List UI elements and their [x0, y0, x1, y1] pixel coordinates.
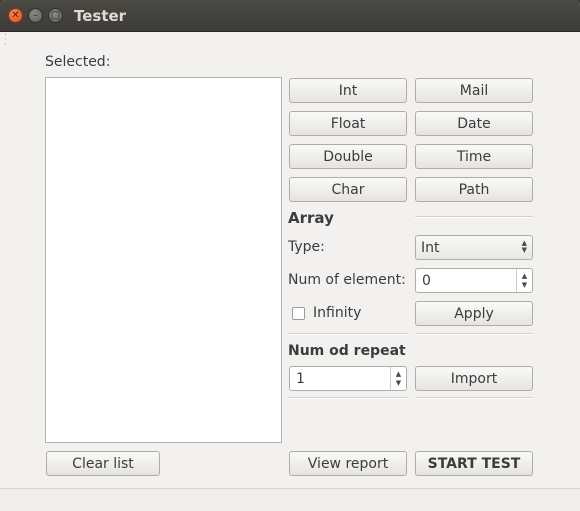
- type-combobox[interactable]: Int ▲ ▼: [415, 235, 533, 260]
- clear-list-button[interactable]: Clear list: [46, 451, 160, 476]
- title-bar: ✕ – □ Tester: [0, 0, 580, 32]
- status-bar: [0, 488, 580, 511]
- separator-right: [415, 333, 533, 335]
- minimize-icon: –: [33, 9, 38, 21]
- float-button[interactable]: Float: [289, 111, 407, 136]
- grip-icon: · · ·: [4, 30, 7, 49]
- num-element-value: 0: [422, 272, 431, 289]
- repeat-value: 1: [296, 370, 305, 387]
- spin-down-icon[interactable]: ▼: [396, 379, 401, 388]
- maximize-window-button[interactable]: □: [48, 8, 63, 23]
- separator-right-2: [415, 397, 533, 399]
- infinity-checkbox[interactable]: [292, 307, 305, 320]
- double-button[interactable]: Double: [289, 144, 407, 169]
- selected-list[interactable]: [45, 77, 282, 443]
- repeat-spinbox[interactable]: 1 ▲ ▼: [289, 366, 407, 391]
- path-button[interactable]: Path: [415, 177, 533, 202]
- import-button[interactable]: Import: [415, 366, 533, 391]
- view-report-button[interactable]: View report: [289, 451, 407, 476]
- num-element-spinbox[interactable]: 0 ▲ ▼: [415, 268, 533, 293]
- close-window-button[interactable]: ✕: [8, 8, 23, 23]
- selected-label: Selected:: [45, 54, 111, 70]
- date-button[interactable]: Date: [415, 111, 533, 136]
- spin-down-icon[interactable]: ▼: [522, 281, 527, 290]
- time-button[interactable]: Time: [415, 144, 533, 169]
- window-title: Tester: [74, 7, 127, 25]
- maximize-icon: □: [50, 9, 61, 21]
- minimize-window-button[interactable]: –: [28, 8, 43, 23]
- char-button[interactable]: Char: [289, 177, 407, 202]
- spin-up-icon[interactable]: ▲: [396, 370, 401, 379]
- int-button[interactable]: Int: [289, 78, 407, 103]
- type-combobox-value: Int: [421, 239, 440, 256]
- array-heading: Array: [288, 209, 334, 227]
- separator-left: [288, 333, 407, 335]
- num-element-label: Num of element:: [288, 272, 406, 288]
- array-separator: [415, 216, 533, 218]
- repeat-heading: Num od repeat: [288, 343, 406, 359]
- close-icon: ✕: [11, 9, 20, 21]
- apply-button[interactable]: Apply: [415, 301, 533, 326]
- tester-window: ✕ – □ Tester · · · Selected: Int Mail Floa…: [0, 0, 580, 511]
- updown-icon: ▲ ▼: [521, 239, 527, 254]
- separator-left-2: [288, 397, 407, 399]
- mail-button[interactable]: Mail: [415, 78, 533, 103]
- type-label: Type:: [288, 239, 325, 255]
- spin-up-icon[interactable]: ▲: [522, 272, 527, 281]
- start-test-button[interactable]: START TEST: [415, 451, 533, 476]
- infinity-label: Infinity: [313, 305, 362, 321]
